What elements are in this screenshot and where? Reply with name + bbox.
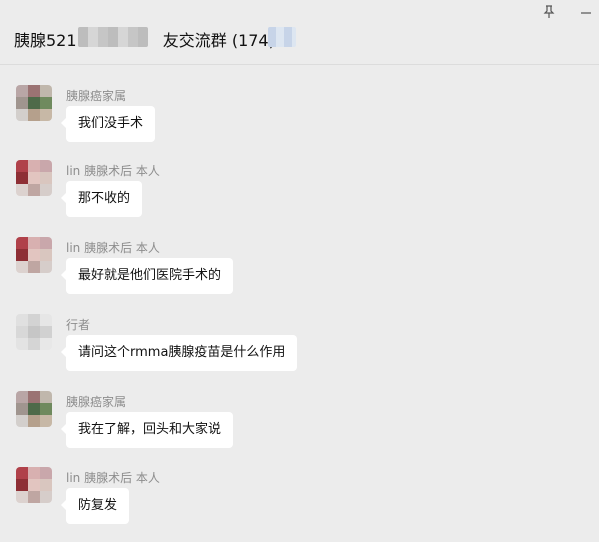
- sender-name: lin 胰腺术后 本人: [66, 241, 160, 255]
- pin-icon[interactable]: [541, 4, 557, 20]
- sender-name: lin 胰腺术后 本人: [66, 164, 160, 178]
- message-bubble[interactable]: 那不收的: [60, 181, 143, 217]
- sender-name: 胰腺癌家属: [66, 89, 127, 103]
- lin-avatar-icon[interactable]: [16, 467, 52, 503]
- message-bubble[interactable]: 请问这个rmma胰腺疫苗是什么作用: [60, 335, 298, 371]
- chat-message: lin 胰腺术后 本人 最好就是他们医院手术的: [0, 237, 599, 312]
- family-avatar-icon[interactable]: [16, 391, 52, 427]
- chat-header: 胰腺521 友交流群 (174): [0, 0, 599, 65]
- message-bubble[interactable]: 防复发: [60, 488, 130, 524]
- message-list[interactable]: 胰腺癌家属 我们没手术 lin 胰腺术后 本人 那不收的 lin 胰腺术后 本人…: [0, 65, 599, 530]
- lin-avatar-icon[interactable]: [16, 160, 52, 196]
- sender-name: 行者: [66, 318, 91, 332]
- group-title-suffix: 友交流群 (174): [162, 31, 275, 50]
- chat-message: lin 胰腺术后 本人 那不收的: [0, 160, 599, 235]
- message-bubble[interactable]: 最好就是他们医院手术的: [60, 258, 234, 294]
- title-mask-redaction: [268, 27, 296, 47]
- sender-name: lin 胰腺术后 本人: [66, 471, 160, 485]
- xingzhe-avatar-icon[interactable]: [16, 314, 52, 350]
- chat-message: lin 胰腺术后 本人 防复发: [0, 467, 599, 542]
- title-mask-redaction: [78, 27, 148, 47]
- chat-message: 胰腺癌家属 我们没手术: [0, 85, 599, 160]
- chat-message: 胰腺癌家属 我在了解，回头和大家说: [0, 391, 599, 466]
- lin-avatar-icon[interactable]: [16, 237, 52, 273]
- sender-name: 胰腺癌家属: [66, 395, 127, 409]
- minimize-icon[interactable]: [578, 4, 594, 20]
- family-avatar-icon[interactable]: [16, 85, 52, 121]
- message-bubble[interactable]: 我在了解，回头和大家说: [60, 412, 234, 448]
- group-title-prefix: 胰腺521: [14, 31, 77, 50]
- message-bubble[interactable]: 我们没手术: [60, 106, 156, 142]
- chat-message: 行者 请问这个rmma胰腺疫苗是什么作用: [0, 314, 599, 389]
